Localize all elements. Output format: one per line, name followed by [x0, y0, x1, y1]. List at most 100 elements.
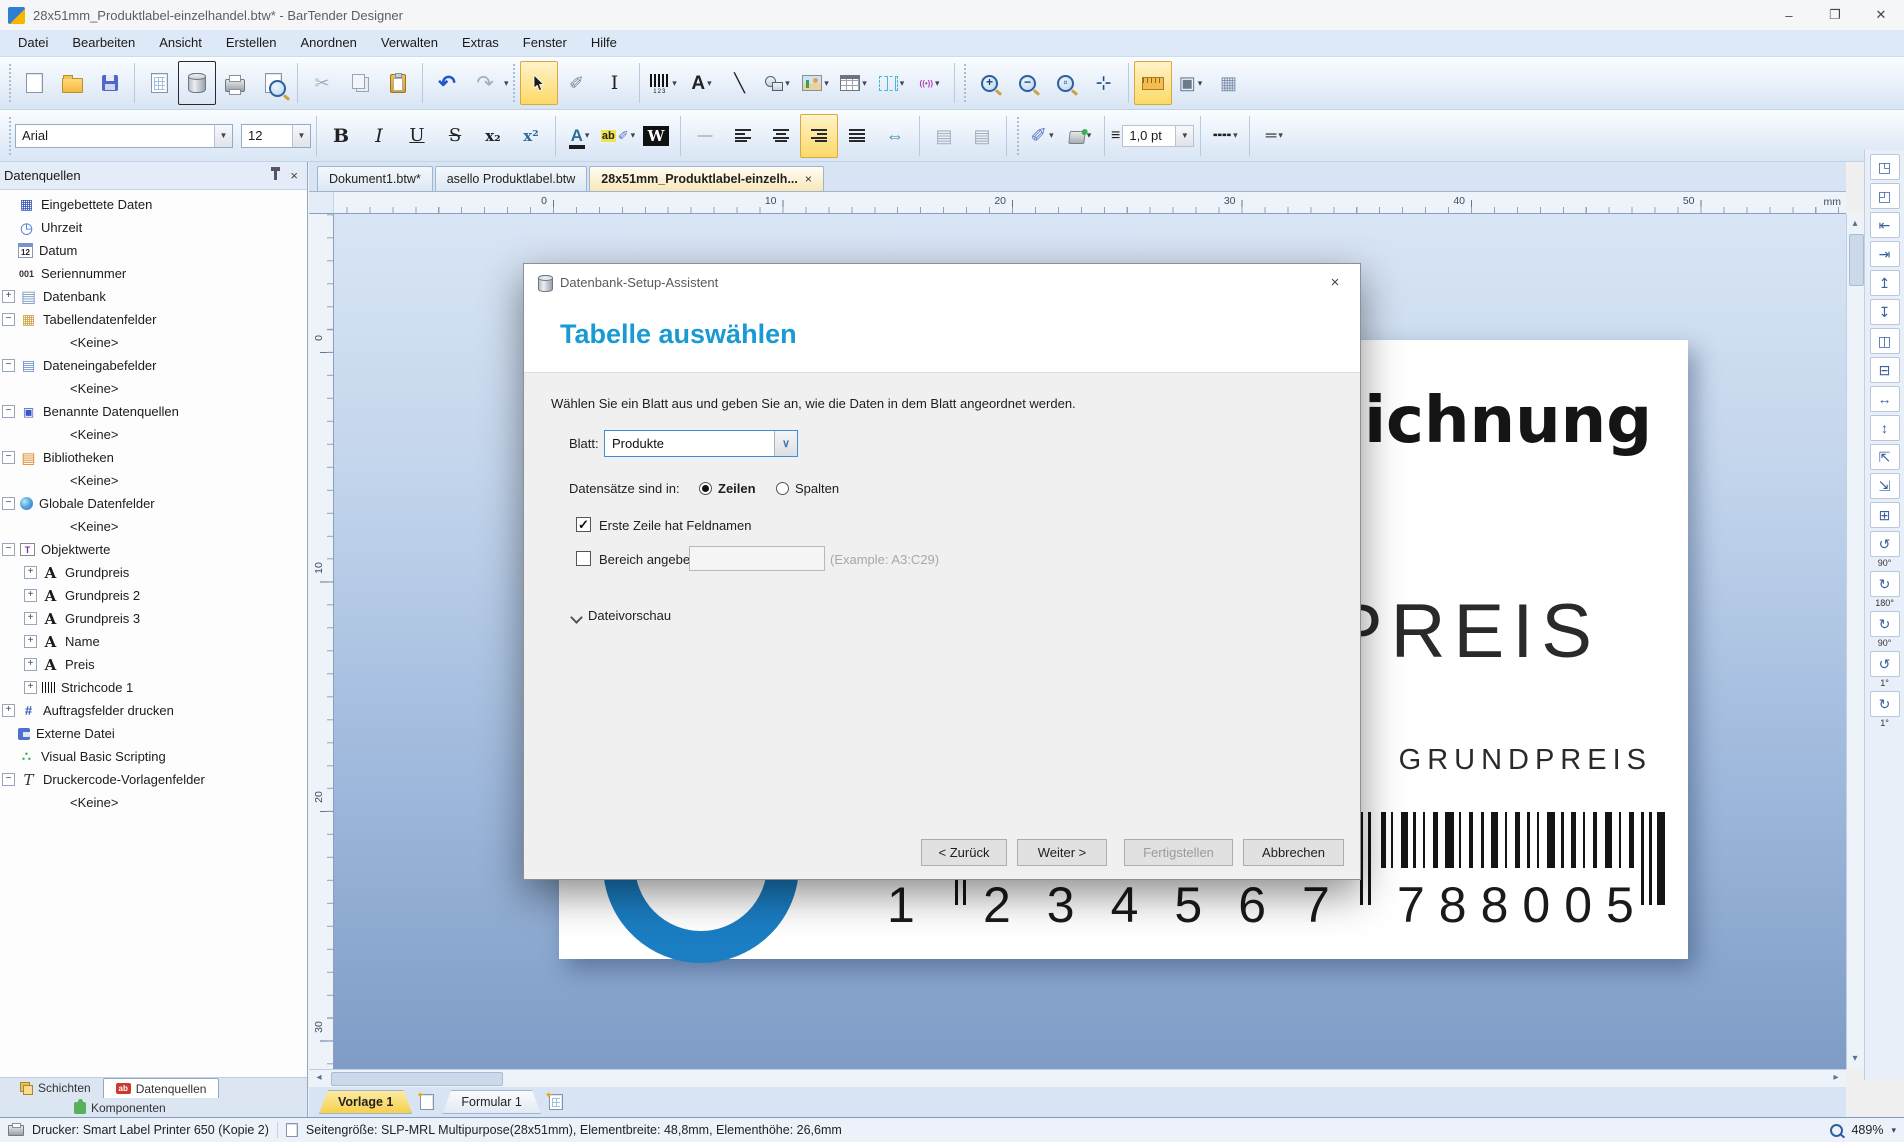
next-button[interactable]: Weiter >: [1017, 839, 1107, 866]
form-tab-formular[interactable]: Formular 1: [442, 1090, 540, 1114]
dialog-close-icon[interactable]: ×: [1322, 271, 1348, 295]
expander-icon[interactable]: +: [24, 589, 37, 602]
chevron-down-icon[interactable]: ∨: [774, 431, 797, 456]
zoom-in-button[interactable]: +: [971, 61, 1009, 105]
expander-icon[interactable]: −: [2, 313, 15, 326]
snap-to-grid-icon[interactable]: ⊞: [1869, 502, 1900, 528]
toolbar-overflow-icon[interactable]: ▾: [504, 78, 509, 89]
anchor-point-icon[interactable]: ◰: [1869, 183, 1900, 209]
vertical-scroll-thumb[interactable]: [1849, 234, 1864, 286]
rotate-cw-icon[interactable]: ↻: [1869, 611, 1900, 637]
format-painter-button[interactable]: ✐: [558, 61, 596, 105]
view-grid-button[interactable]: ▦: [1210, 61, 1248, 105]
tree-item-benannte-datenquellen[interactable]: − Benannte Datenquellen: [0, 400, 307, 423]
view-ruler-button[interactable]: [1133, 61, 1172, 105]
tree-item-strichcode-1[interactable]: + Strichcode 1: [0, 676, 307, 699]
range-checkbox-label[interactable]: Bereich angeben:: [599, 552, 701, 567]
cut-button[interactable]: ✂: [303, 61, 341, 105]
new-form-button[interactable]: ✦: [543, 1090, 569, 1113]
border-style-button[interactable]: ═ ▾: [1255, 114, 1293, 158]
tree-item-keine[interactable]: <Keine>: [0, 515, 307, 538]
close-tab-icon[interactable]: ×: [805, 172, 812, 186]
scroll-up-icon[interactable]: ▴: [1847, 216, 1863, 232]
align-justify-button[interactable]: [838, 114, 876, 158]
menu-item-datei[interactable]: Datei: [6, 30, 60, 56]
save-button[interactable]: [91, 61, 129, 105]
panel-close-icon[interactable]: ×: [285, 168, 303, 183]
tree-item-keine[interactable]: <Keine>: [0, 331, 307, 354]
tree-item-keine[interactable]: <Keine>: [0, 377, 307, 400]
rotate-tool[interactable]: ↻ 90°: [1869, 611, 1900, 648]
align-right-button[interactable]: [800, 113, 838, 158]
tree-item-grundpreis-3[interactable]: + Grundpreis 3: [0, 607, 307, 630]
layout-grid-button[interactable]: ▾: [873, 61, 911, 105]
create-table-button[interactable]: ▾: [835, 61, 873, 105]
strikethrough-button[interactable]: S: [436, 114, 474, 158]
underline-button[interactable]: U: [398, 114, 436, 158]
panel-tab-schichten[interactable]: Schichten: [8, 1078, 103, 1098]
paste-button[interactable]: [379, 61, 417, 105]
toolbar-grip[interactable]: [1015, 116, 1020, 155]
sheet-combo[interactable]: Produkte ∨: [604, 430, 798, 457]
menu-item-fenster[interactable]: Fenster: [511, 30, 579, 56]
chevron-down-icon[interactable]: ▼: [1175, 125, 1194, 146]
menu-item-erstellen[interactable]: Erstellen: [214, 30, 289, 56]
label-base-price-text[interactable]: GRUNDPREIS: [1399, 744, 1652, 777]
columns-radio[interactable]: [776, 482, 789, 495]
bold-button[interactable]: B: [322, 114, 360, 158]
paragraph-shading-button[interactable]: ▤: [963, 114, 1001, 158]
tree-item-grundpreis[interactable]: + Grundpreis: [0, 561, 307, 584]
first-row-checkbox-label[interactable]: Erste Zeile hat Feldnamen: [599, 518, 751, 533]
fit-page-button[interactable]: ⊹: [1085, 61, 1123, 105]
tree-item-dateneingabefelder[interactable]: − Dateneingabefelder: [0, 354, 307, 377]
menu-item-hilfe[interactable]: Hilfe: [579, 30, 629, 56]
panel-tab-komponenten[interactable]: Komponenten: [62, 1098, 178, 1118]
tree-item-keine[interactable]: <Keine>: [0, 469, 307, 492]
expander-icon[interactable]: −: [2, 405, 15, 418]
rotate-tool[interactable]: ↻ 1°: [1869, 691, 1900, 728]
expander-icon[interactable]: +: [24, 635, 37, 648]
expander-icon[interactable]: −: [2, 773, 15, 786]
expander-icon[interactable]: +: [2, 704, 15, 717]
fill-color-button[interactable]: ▾: [1061, 114, 1099, 158]
horizontal-scrollbar[interactable]: ◂ ▸: [309, 1069, 1846, 1087]
align-top-edge-icon[interactable]: ↥: [1869, 270, 1900, 296]
font-size-combo[interactable]: 12 ▼: [241, 123, 311, 148]
document-tab[interactable]: asello Produktlabel.btw: [434, 166, 588, 191]
print-button[interactable]: [216, 61, 254, 105]
expander-icon[interactable]: +: [24, 681, 37, 694]
expander-icon[interactable]: −: [2, 543, 15, 556]
menu-item-ansicht[interactable]: Ansicht: [147, 30, 214, 56]
page-setup-button[interactable]: [140, 61, 178, 105]
zoom-selection-button[interactable]: ▫: [1047, 61, 1085, 105]
print-preview-button[interactable]: [254, 61, 292, 105]
document-tab[interactable]: 28x51mm_Produktlabel-einzelh... ×: [589, 166, 824, 191]
dash-style-button[interactable]: ╍╍ ▾: [1206, 114, 1244, 158]
tree-item-keine[interactable]: <Keine>: [0, 791, 307, 814]
expander-icon[interactable]: −: [2, 451, 15, 464]
horizontal-scroll-thumb[interactable]: [331, 1072, 503, 1086]
tree-item-auftragsfelder-drucken[interactable]: + Auftragsfelder drucken: [0, 699, 307, 722]
tree-item-externe-datei[interactable]: Externe Datei: [0, 722, 307, 745]
tree-item-tabellendatenfelder[interactable]: − Tabellendatenfelder: [0, 308, 307, 331]
rotate-cw-icon[interactable]: ↻: [1869, 571, 1900, 597]
expander-icon[interactable]: +: [2, 290, 15, 303]
rotate-cw-icon[interactable]: ↻: [1869, 691, 1900, 717]
create-barcode-button[interactable]: ▾: [645, 61, 683, 105]
open-button[interactable]: [53, 61, 91, 105]
panel-tab-datenquellen[interactable]: Datenquellen: [102, 1078, 220, 1098]
file-preview-toggle[interactable]: Dateivorschau: [588, 608, 671, 623]
toolbar-grip[interactable]: [962, 64, 968, 102]
rotate-tool[interactable]: ↺ 90°: [1869, 531, 1900, 568]
label-product-name-text[interactable]: eichnung: [1321, 384, 1652, 458]
italic-button[interactable]: I: [360, 114, 398, 158]
text-cursor-tool-button[interactable]: I: [596, 61, 634, 105]
tree-item-eingebettete-daten[interactable]: Eingebettete Daten: [0, 193, 307, 216]
scroll-right-icon[interactable]: ▸: [1828, 1070, 1844, 1086]
align-center-button[interactable]: [762, 114, 800, 158]
zoom-out-button[interactable]: −: [1009, 61, 1047, 105]
align-right-edge-icon[interactable]: ⇥: [1869, 241, 1900, 267]
label-price-text[interactable]: PREIS: [1332, 588, 1600, 675]
center-vertically-icon[interactable]: ⊟: [1869, 357, 1900, 383]
subscript-button[interactable]: x₂: [474, 114, 512, 158]
